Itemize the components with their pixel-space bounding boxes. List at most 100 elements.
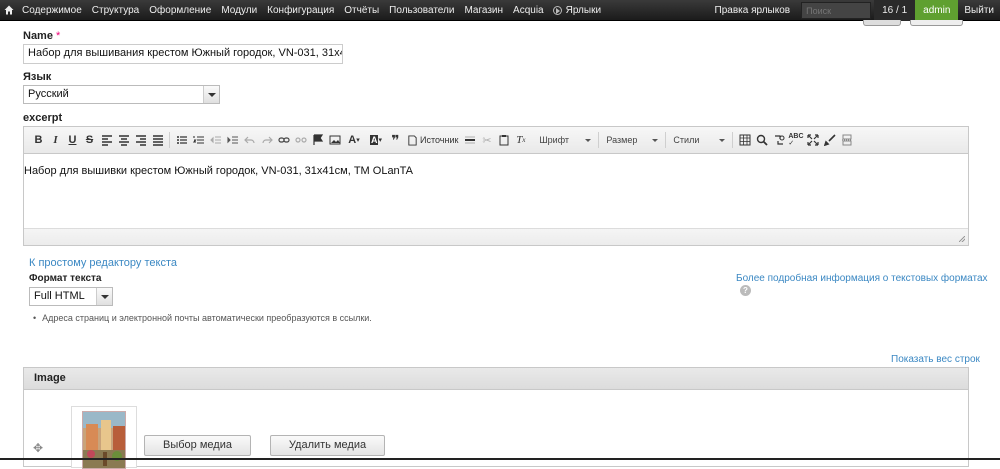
redo-icon[interactable] bbox=[259, 133, 274, 148]
chevron-down-icon bbox=[585, 138, 592, 142]
styles-combo[interactable]: Стили bbox=[669, 131, 729, 149]
image-field-header: Image bbox=[24, 368, 968, 390]
show-row-weights-link[interactable]: Показать вес строк bbox=[891, 354, 980, 365]
text-format-tip: Адреса страниц и электронной почты автом… bbox=[33, 313, 372, 323]
size-combo[interactable]: Размер bbox=[602, 131, 662, 149]
admin-menu: Содержимое Структура Оформление Модули К… bbox=[17, 0, 605, 21]
source-icon bbox=[408, 134, 417, 146]
hidden-action-button[interactable] bbox=[863, 20, 901, 26]
language-select[interactable]: Русский bbox=[23, 85, 220, 104]
logout-link[interactable]: Выйти bbox=[958, 0, 1000, 21]
toolbar-separator bbox=[665, 132, 667, 148]
drag-handle-icon[interactable]: ✥ bbox=[33, 441, 43, 455]
select-media-button[interactable]: Выбор медиа bbox=[144, 435, 251, 456]
paste-icon[interactable] bbox=[496, 133, 511, 148]
text-color-icon[interactable]: A ▾ bbox=[344, 133, 364, 148]
horizontal-rule-icon[interactable] bbox=[462, 133, 477, 148]
image-preview bbox=[82, 411, 126, 469]
find-icon[interactable] bbox=[754, 133, 769, 148]
cut-icon[interactable]: ✂ bbox=[479, 133, 494, 148]
menu-item-users[interactable]: Пользователи bbox=[384, 0, 459, 21]
menu-item-modules[interactable]: Модули bbox=[216, 0, 262, 21]
source-label: Источник bbox=[420, 135, 459, 145]
chevron-down-icon bbox=[652, 138, 659, 142]
underline-icon[interactable]: U bbox=[65, 133, 80, 148]
toolbar-separator bbox=[598, 132, 600, 148]
shortcuts-label: Ярлыки bbox=[565, 4, 602, 16]
image-field-table: Image ✥ Выбор медиа Удалить медиа bbox=[23, 367, 969, 469]
styles-combo-label: Стили bbox=[673, 135, 700, 145]
editor-toolbar: B I U S A ▾ A ▾ ❞ Источник ✂ Tx Шрифт Ра… bbox=[24, 127, 968, 154]
unlink-icon[interactable] bbox=[293, 133, 308, 148]
play-circle-icon bbox=[552, 5, 562, 15]
name-label: Name * bbox=[23, 30, 61, 42]
font-combo-label: Шрифт bbox=[539, 135, 570, 145]
table-icon[interactable] bbox=[737, 133, 752, 148]
menu-item-content[interactable]: Содержимое bbox=[17, 0, 87, 21]
language-select-value: Русский bbox=[28, 88, 69, 100]
resize-handle-icon[interactable] bbox=[959, 236, 965, 242]
toolbar-separator bbox=[169, 132, 170, 148]
chevron-down-icon bbox=[719, 138, 726, 142]
outdent-icon[interactable] bbox=[208, 133, 223, 148]
undo-icon[interactable] bbox=[242, 133, 257, 148]
numbered-list-icon[interactable] bbox=[191, 133, 206, 148]
simple-editor-link[interactable]: К простому редактору текста bbox=[29, 257, 177, 269]
maximize-icon[interactable] bbox=[805, 133, 820, 148]
remove-format-icon[interactable]: Tx bbox=[513, 133, 528, 148]
home-icon[interactable] bbox=[1, 0, 17, 21]
chevron-down-icon bbox=[203, 86, 219, 103]
editor-footer bbox=[24, 228, 968, 245]
user-badge[interactable]: admin bbox=[915, 0, 959, 21]
align-right-icon[interactable] bbox=[133, 133, 148, 148]
menu-item-reports[interactable]: Отчёты bbox=[339, 0, 384, 21]
menu-item-store[interactable]: Магазин bbox=[459, 0, 508, 21]
name-field[interactable]: Набор для вышивания крестом Южный городо… bbox=[23, 44, 343, 64]
align-left-icon[interactable] bbox=[99, 133, 114, 148]
strikethrough-icon[interactable]: S bbox=[82, 133, 97, 148]
required-mark: * bbox=[56, 30, 61, 42]
toolbar-search-input[interactable] bbox=[801, 2, 872, 19]
editor-content-text: Набор для вышивки крестом Южный городок,… bbox=[24, 165, 413, 177]
size-combo-label: Размер bbox=[606, 135, 638, 145]
anchor-flag-icon[interactable] bbox=[310, 133, 325, 148]
align-center-icon[interactable] bbox=[116, 133, 131, 148]
question-mark-icon: ? bbox=[740, 285, 751, 296]
bold-icon[interactable]: B bbox=[31, 133, 46, 148]
italic-icon[interactable]: I bbox=[48, 133, 63, 148]
image-icon[interactable] bbox=[327, 133, 342, 148]
link-icon[interactable] bbox=[276, 133, 291, 148]
menu-item-acquia[interactable]: Acquia bbox=[508, 0, 549, 21]
edit-shortcuts-link[interactable]: Правка ярлыков bbox=[707, 0, 799, 21]
brush-icon[interactable] bbox=[822, 133, 837, 148]
text-format-select[interactable]: Full HTML bbox=[29, 287, 113, 306]
chevron-down-icon bbox=[96, 288, 112, 305]
font-combo[interactable]: Шрифт bbox=[535, 131, 595, 149]
notification-counter[interactable]: 16 / 1 bbox=[874, 0, 916, 21]
language-label: Язык bbox=[23, 71, 52, 83]
replace-icon[interactable] bbox=[771, 133, 786, 148]
blockquote-icon[interactable]: ❞ bbox=[388, 132, 403, 148]
menu-item-configuration[interactable]: Конфигурация bbox=[262, 0, 339, 21]
remove-media-button[interactable]: Удалить медиа bbox=[270, 435, 385, 456]
editor-content-area[interactable]: Набор для вышивки крестом Южный городок,… bbox=[24, 154, 968, 228]
text-format-label: Формат текста bbox=[29, 273, 102, 284]
menu-item-structure[interactable]: Структура bbox=[87, 0, 144, 21]
page-break-icon[interactable] bbox=[839, 133, 854, 148]
toolbar-right: Правка ярлыков 16 / 1 admin Выйти bbox=[707, 0, 1000, 21]
hidden-action-button-2[interactable] bbox=[910, 20, 963, 26]
spellcheck-icon[interactable]: ABC ✓ bbox=[788, 133, 803, 148]
shortcuts-toggle[interactable]: Ярлыки bbox=[549, 0, 605, 21]
toolbar-separator bbox=[732, 132, 734, 148]
window-bottom-edge bbox=[0, 458, 1000, 460]
source-button[interactable]: Источник bbox=[404, 134, 461, 146]
align-justify-icon[interactable] bbox=[150, 133, 165, 148]
background-color-icon[interactable]: A ▾ bbox=[366, 133, 386, 148]
menu-item-appearance[interactable]: Оформление bbox=[144, 0, 216, 21]
admin-toolbar: Содержимое Структура Оформление Модули К… bbox=[0, 0, 1000, 21]
indent-icon[interactable] bbox=[225, 133, 240, 148]
text-format-help-link[interactable]: Более подробная информация о текстовых ф… bbox=[736, 273, 1000, 296]
excerpt-label: excerpt bbox=[23, 112, 63, 124]
bulleted-list-icon[interactable] bbox=[174, 133, 189, 148]
rich-text-editor: B I U S A ▾ A ▾ ❞ Источник ✂ Tx Шрифт Ра… bbox=[23, 126, 969, 246]
